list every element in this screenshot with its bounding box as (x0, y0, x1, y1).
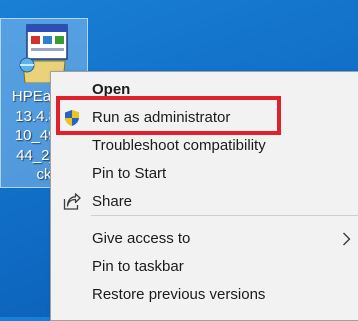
menu-item-restore-previous-versions[interactable]: Restore previous versions (51, 281, 358, 309)
menu-item-share[interactable]: Share (51, 188, 358, 216)
menu-item-label: Share (92, 193, 133, 210)
menu-item-troubleshoot-compatibility[interactable]: Troubleshoot compatibility (51, 132, 358, 160)
desktop[interactable]: HPEasyS 13.4.8-C 10_49_1 44_2_W ck Open … (0, 0, 358, 321)
annotation-highlight-box (56, 96, 281, 135)
menu-item-label: Troubleshoot compatibility (92, 137, 266, 154)
menu-separator (91, 215, 358, 216)
menu-item-label: Pin to Start (92, 165, 167, 182)
menu-item-label: Give access to (92, 230, 191, 247)
menu-item-label: Restore previous versions (92, 286, 266, 303)
chevron-right-icon (343, 232, 351, 246)
menu-item-pin-to-taskbar[interactable]: Pin to taskbar (51, 253, 358, 281)
menu-item-pin-to-start[interactable]: Pin to Start (51, 160, 358, 188)
menu-item-label: Pin to taskbar (92, 258, 184, 275)
share-icon (63, 193, 81, 210)
menu-item-give-access-to[interactable]: Give access to (51, 225, 358, 253)
